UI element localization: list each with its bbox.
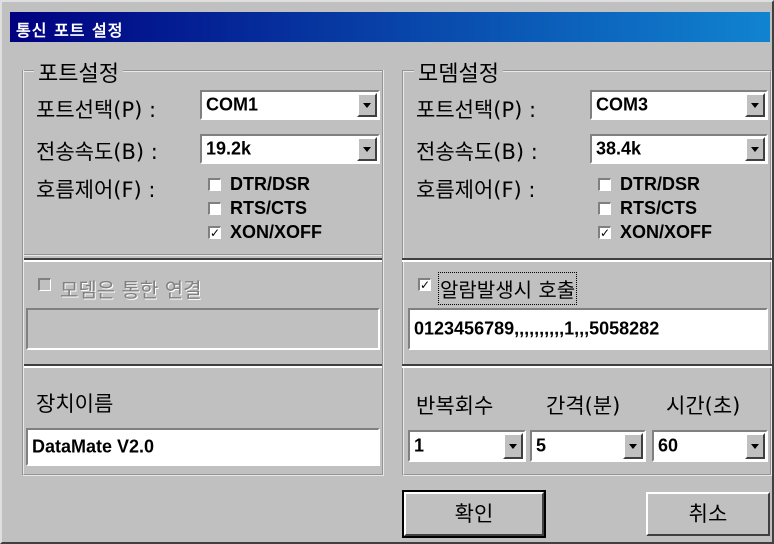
modem-select-dropdown[interactable]: COM3 — [590, 90, 768, 120]
interval-dropdown[interactable]: 5 — [530, 430, 646, 462]
repeat-value: 1 — [414, 435, 425, 456]
modem-speed-dropdown[interactable]: 38.4k — [590, 134, 768, 164]
ok-button[interactable]: 확인 — [402, 490, 546, 538]
checkbox-box[interactable] — [598, 178, 611, 191]
modem-flow-rts-label: RTS/CTS — [620, 198, 698, 218]
time-label: 시간(초) — [666, 394, 741, 418]
chevron-down-icon — [751, 147, 759, 152]
chevron-down-icon — [751, 444, 759, 449]
modem-select-label: 포트선택(P) : — [416, 98, 537, 122]
cancel-button[interactable]: 취소 — [646, 492, 770, 536]
alarm-call-label: 알람발생시 호출 — [437, 272, 578, 305]
chevron-down-icon — [509, 444, 517, 449]
chevron-down-icon — [751, 103, 759, 108]
modem-settings-label: 모뎀설정 — [414, 56, 503, 88]
port-bottom-frame — [22, 70, 384, 476]
modem-speed-label: 전송속도(B) : — [416, 140, 538, 164]
checkbox-box[interactable]: ✓ — [598, 226, 611, 239]
alarm-call-value: 0123456789,,,,,,,,,,1,,,5058282 — [414, 318, 660, 339]
interval-value: 5 — [536, 435, 547, 456]
time-dropdown-button[interactable] — [745, 433, 765, 459]
modem-select-dropdown-button[interactable] — [745, 93, 765, 117]
chevron-down-icon — [629, 444, 637, 449]
window-title: 통신 포트 설정 — [16, 21, 124, 40]
modem-select-value: COM3 — [596, 94, 649, 115]
repeat-label: 반복회수 — [416, 394, 494, 418]
modem-speed-dropdown-button[interactable] — [745, 137, 765, 161]
interval-label: 간격(분) — [546, 394, 621, 418]
modem-speed-value: 38.4k — [596, 138, 642, 159]
modem-flow-dtr-label: DTR/DSR — [620, 174, 700, 194]
title-bar[interactable]: 통신 포트 설정 — [10, 12, 770, 42]
modem-flow-xon-label: XON/XOFF — [620, 222, 713, 242]
settings-dialog: 통신 포트 설정 포트설정 포트선택(P) : COM1 전송속도(B) : 1… — [0, 0, 774, 544]
repeat-dropdown-button[interactable] — [503, 433, 523, 459]
time-value: 60 — [658, 435, 679, 456]
time-dropdown[interactable]: 60 — [652, 430, 768, 462]
modem-separator-1 — [402, 258, 772, 262]
checkbox-box[interactable] — [598, 202, 611, 215]
checkbox-box[interactable]: ✓ — [418, 278, 431, 291]
modem-separator-2 — [402, 364, 772, 368]
interval-dropdown-button[interactable] — [623, 433, 643, 459]
alarm-call-field[interactable]: 0123456789,,,,,,,,,,1,,,5058282 — [408, 308, 768, 350]
repeat-dropdown[interactable]: 1 — [408, 430, 526, 462]
modem-flow-label: 호름제어(F) : — [416, 178, 536, 202]
